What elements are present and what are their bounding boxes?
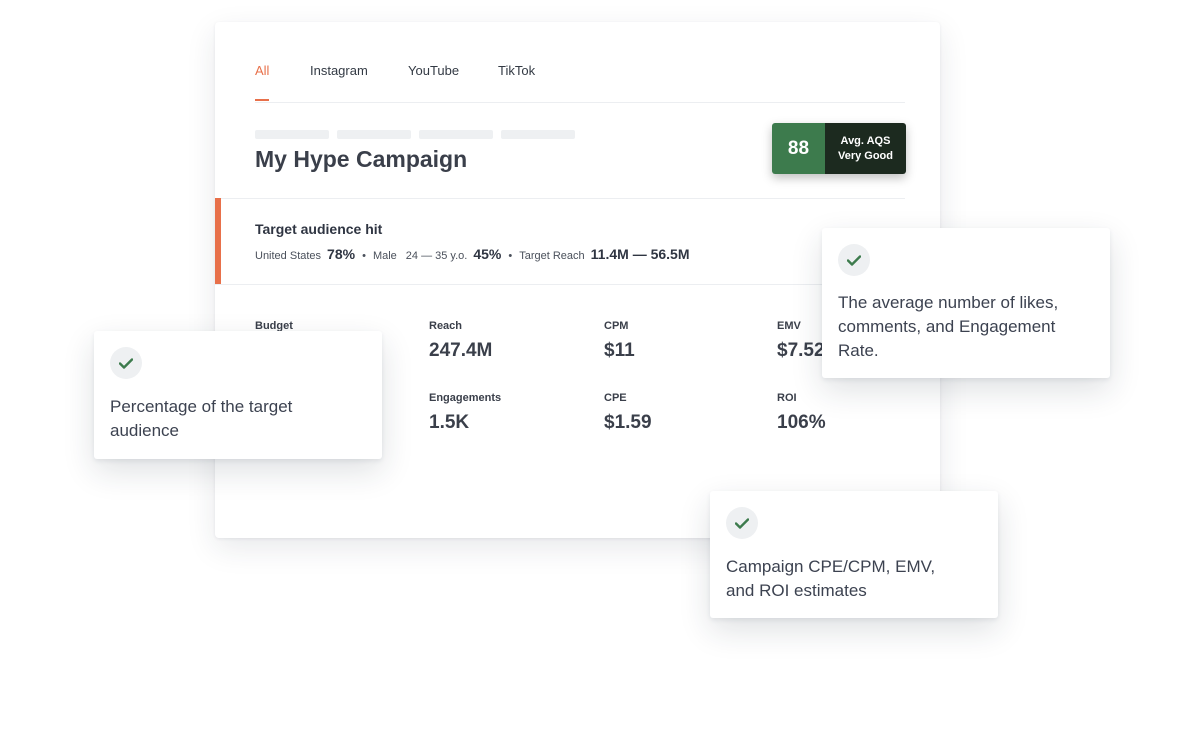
metric-label-reach: Reach [429, 320, 463, 332]
separator-dot: • [508, 250, 513, 262]
tab-instagram[interactable]: Instagram [310, 63, 368, 78]
engagement-tooltip-text: The average number of likes, comments, a… [838, 291, 1058, 363]
breadcrumb-placeholder-4 [501, 130, 575, 139]
tab-instagram-label: Instagram [310, 63, 368, 78]
metric-label-roi: ROI [777, 392, 797, 404]
reach-value: 11.4M — 56.5M [590, 246, 690, 262]
tab-youtube[interactable]: YouTube [408, 63, 459, 78]
tooltip-line: comments, and Engagement [838, 317, 1056, 336]
breadcrumb-placeholder-1 [255, 130, 329, 139]
page-title: My Hype Campaign [255, 146, 468, 172]
audience-title: Target audience hit [255, 221, 383, 237]
metric-value-cpm: $11 [604, 340, 635, 361]
aqs-label-line1: Avg. AQS [840, 134, 891, 147]
breadcrumb-placeholder-2 [337, 130, 411, 139]
active-tab-indicator [255, 99, 270, 101]
audience-tooltip: Percentage of the target audience [94, 331, 382, 459]
reach-label: Target Reach [519, 250, 585, 262]
metric-value-emv: $7.52 [777, 340, 825, 361]
engagement-tooltip: The average number of likes, comments, a… [822, 228, 1110, 378]
audience-stats: United States 78% • Male 24 — 35 y.o. 45… [255, 246, 697, 262]
audience-accent-bar [215, 198, 221, 284]
tab-all[interactable]: All [255, 63, 270, 101]
tab-tiktok-label: TikTok [498, 63, 536, 78]
aqs-label: Avg. AQS Very Good [825, 123, 906, 174]
metric-label-emv: EMV [777, 320, 801, 332]
breadcrumb-placeholder-3 [419, 130, 493, 139]
tooltip-line: Campaign CPE/CPM, EMV, [726, 557, 936, 576]
metric-value-roi: 106% [777, 412, 826, 433]
country-label: United States [255, 250, 322, 262]
tab-tiktok[interactable]: TikTok [498, 63, 535, 78]
tab-all-label: All [255, 63, 270, 78]
metric-value-engagements: 1.5K [429, 412, 470, 433]
check-icon [110, 347, 142, 379]
platform-tabs: All Instagram YouTube TikTok [255, 22, 905, 103]
check-icon [838, 244, 870, 276]
age-label: 24 — 35 y.o. [405, 250, 468, 262]
metric-value-cpe: $1.59 [604, 412, 652, 433]
tab-youtube-label: YouTube [408, 63, 460, 78]
tooltip-line: Percentage of the target [110, 397, 293, 416]
aqs-score: 88 [772, 123, 825, 174]
metric-value-reach: 247.4M [429, 340, 493, 361]
audience-tooltip-text: Percentage of the target audience [110, 395, 292, 443]
estimates-tooltip-text: Campaign CPE/CPM, EMV, and ROI estimates [726, 555, 935, 603]
aqs-label-line2: Very Good [837, 149, 894, 162]
tooltip-line: and ROI estimates [726, 581, 867, 600]
metric-label-cpe: CPE [604, 392, 627, 404]
metric-label-cpm: CPM [604, 320, 629, 332]
tooltip-line: audience [110, 421, 180, 440]
metric-label-engagements: Engagements [429, 392, 502, 404]
country-value: 78% [327, 246, 356, 262]
aqs-badge: 88 Avg. AQS Very Good [772, 123, 906, 174]
estimates-tooltip: Campaign CPE/CPM, EMV, and ROI estimates [710, 491, 998, 618]
age-value: 45% [473, 246, 502, 262]
gender-label: Male [372, 250, 397, 262]
check-icon [726, 507, 758, 539]
tooltip-line: The average number of likes, [838, 293, 1059, 312]
target-audience-section: Target audience hit United States 78% • … [215, 198, 905, 285]
separator-dot: • [362, 250, 366, 262]
tooltip-line: Rate. [838, 341, 879, 360]
